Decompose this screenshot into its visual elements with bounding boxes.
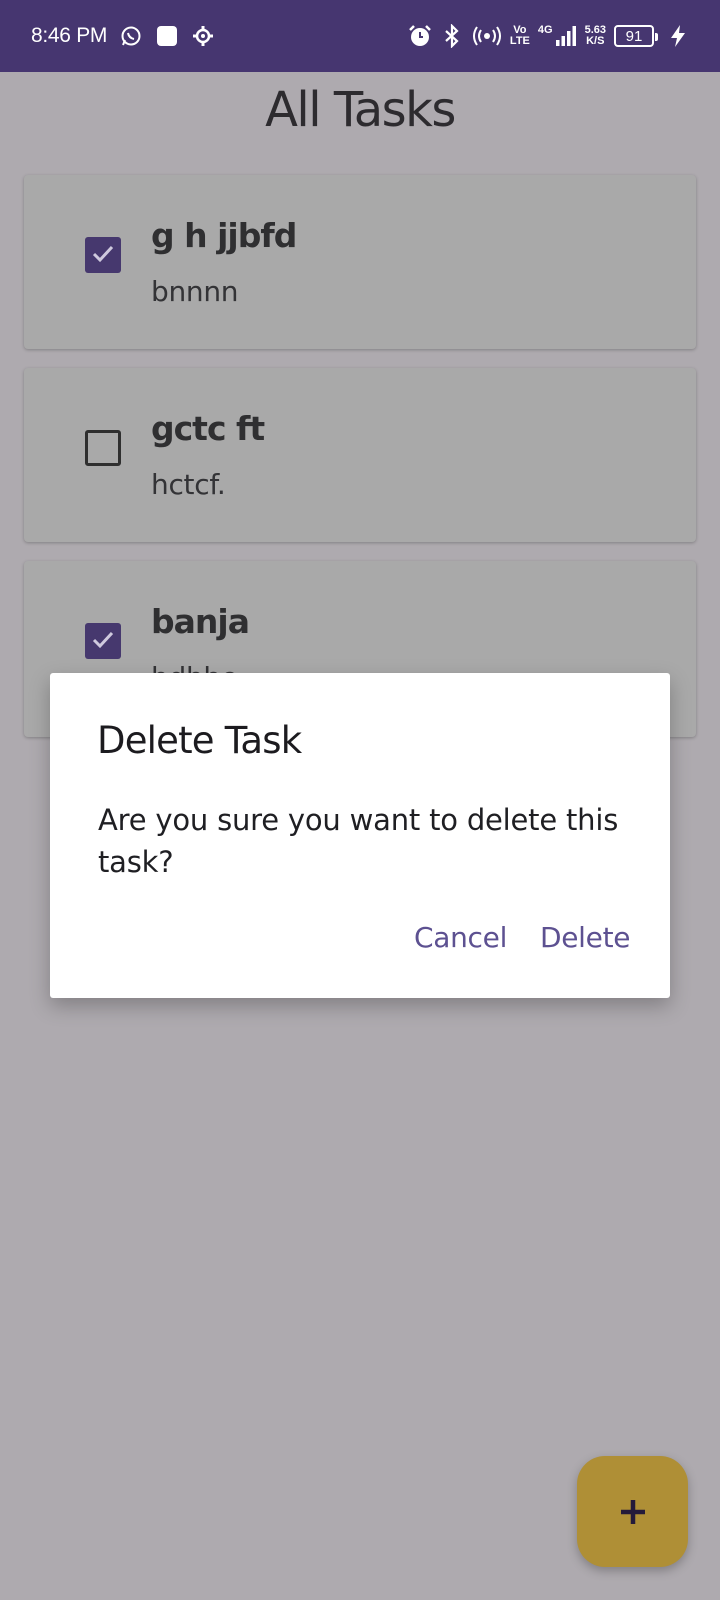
task-title: gctc ft <box>151 409 265 448</box>
cancel-button[interactable]: Cancel <box>414 921 507 954</box>
dialog-message: Are you sure you want to delete this tas… <box>98 803 619 879</box>
task-card[interactable]: gctc ft hctcf. <box>24 368 696 542</box>
square-notification-icon <box>155 24 179 48</box>
status-time: 8:46 PM <box>31 24 108 47</box>
status-bar: 8:46 PM Vo LTE 4G 5.63 K/S 91 <box>0 0 720 72</box>
battery-level: 91 <box>625 27 643 45</box>
charging-icon <box>666 24 690 48</box>
task-title: banja <box>151 602 250 641</box>
add-task-button[interactable] <box>577 1456 688 1567</box>
task-title: g h jjbfd <box>151 216 297 255</box>
delete-button[interactable]: Delete <box>540 921 631 954</box>
network-type: 4G <box>537 24 553 36</box>
gear-icon <box>191 24 215 48</box>
hotspot-icon <box>472 24 502 48</box>
battery-icon: 91 <box>614 25 658 47</box>
signal-icon: 4G <box>538 25 577 47</box>
net-speed: 5.63 K/S <box>584 24 606 47</box>
alarm-icon <box>408 24 432 48</box>
page-title: All Tasks <box>265 82 456 138</box>
task-description: bnnnn <box>151 275 239 308</box>
dialog-title: Delete Task <box>97 719 302 762</box>
task-card[interactable]: g h jjbfd bnnnn <box>24 175 696 349</box>
check-icon <box>92 245 114 263</box>
plus-icon <box>620 1499 645 1524</box>
task-checkbox[interactable] <box>85 237 121 273</box>
task-checkbox[interactable] <box>85 430 121 466</box>
delete-task-dialog: Delete Task Are you sure you want to del… <box>50 673 670 998</box>
volte-icon: Vo LTE <box>509 24 530 47</box>
task-checkbox[interactable] <box>85 623 121 659</box>
bluetooth-icon <box>440 24 464 48</box>
task-description: hctcf. <box>151 468 226 501</box>
whatsapp-icon <box>119 24 143 48</box>
check-icon <box>92 631 114 649</box>
